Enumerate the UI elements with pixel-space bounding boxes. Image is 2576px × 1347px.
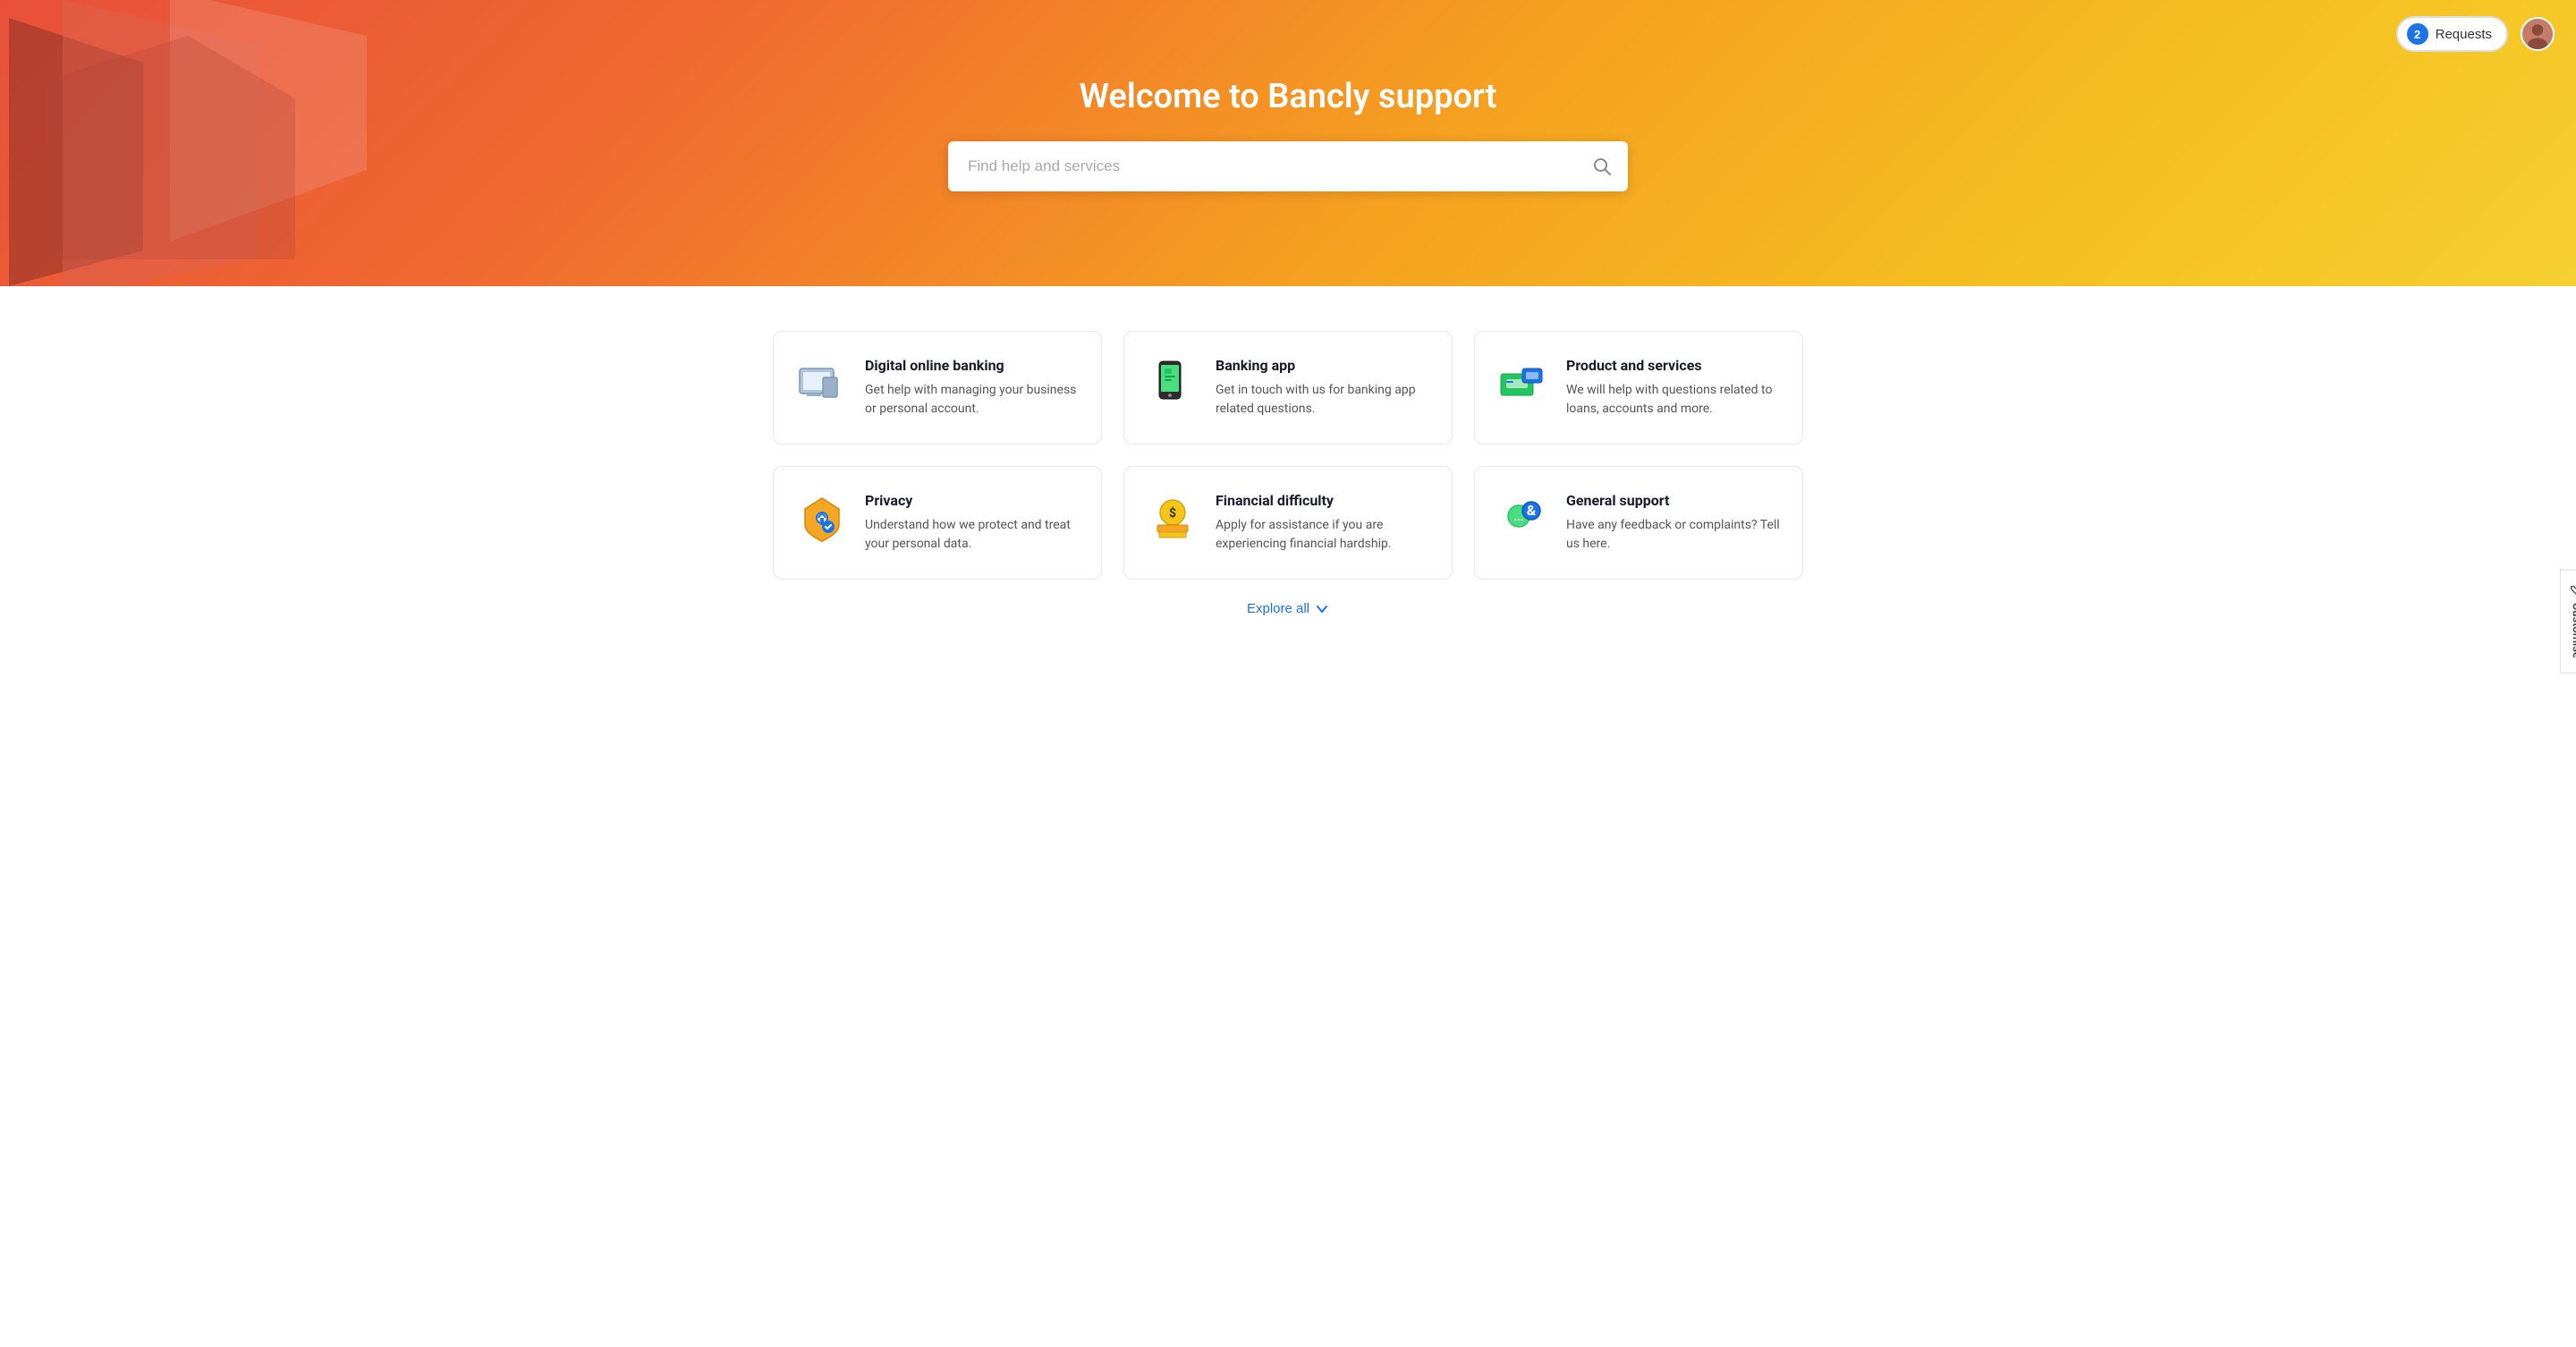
avatar[interactable] [2521,17,2555,51]
search-icon [1592,157,1612,176]
card-text-banking-app: Banking app Get in touch with us for bank… [1216,357,1430,419]
card-text-general-support: General support Have any feedback or comp… [1566,492,1781,554]
svg-text:&: & [1527,502,1537,519]
chevron-down-icon [1315,602,1329,616]
explore-all-button[interactable]: Explore all [1247,601,1329,616]
card-icon-banking-app [1146,357,1199,411]
card-desc-financial-difficulty: Apply for assistance if you are experien… [1216,516,1430,554]
card-banking-app[interactable]: Banking app Get in touch with us for bank… [1123,331,1453,445]
card-icon-general-support: ...& [1496,492,1550,546]
card-title-banking-app: Banking app [1216,357,1430,374]
card-desc-digital-banking: Get help with managing your business or … [865,381,1080,419]
card-products-services[interactable]: Product and services We will help with qu… [1474,331,1803,445]
card-title-privacy: Privacy [865,492,1080,509]
card-icon-products-services [1496,357,1550,411]
search-button[interactable] [1592,157,1612,176]
card-privacy[interactable]: Privacy Understand how we protect and tre… [773,466,1102,580]
card-icon-digital-banking [795,357,849,411]
card-title-digital-banking: Digital online banking [865,357,1080,374]
card-text-financial-difficulty: Financial difficulty Apply for assistance… [1216,492,1430,554]
requests-badge: 2 [2407,23,2428,45]
explore-all-section: Explore all [773,601,1803,616]
card-financial-difficulty[interactable]: $ Financial difficulty Apply for assistanc… [1123,466,1453,580]
card-desc-products-services: We will help with questions related to l… [1566,381,1781,419]
requests-button[interactable]: 2 Requests [2396,16,2508,52]
card-title-general-support: General support [1566,492,1781,509]
card-title-products-services: Product and services [1566,357,1781,374]
card-desc-general-support: Have any feedback or complaints? Tell us… [1566,516,1781,554]
top-nav: 2 Requests [2396,16,2555,52]
card-desc-privacy: Understand how we protect and treat your… [865,516,1080,554]
hero-graphic [0,0,367,286]
card-icon-privacy [795,492,849,546]
card-text-products-services: Product and services We will help with qu… [1566,357,1781,419]
main-content: Digital online banking Get help with mana… [751,286,1825,652]
card-text-digital-banking: Digital online banking Get help with mana… [865,357,1080,419]
card-text-privacy: Privacy Understand how we protect and tre… [865,492,1080,554]
search-input[interactable] [948,141,1628,191]
cards-grid: Digital online banking Get help with mana… [773,331,1803,580]
page-wrapper: 2 Requests Customise Welcome to Bancly s… [0,0,2576,1347]
hero-section: 2 Requests Customise Welcome to Bancly s… [0,0,2576,286]
explore-all-label: Explore all [1247,601,1309,616]
svg-text:$: $ [1169,505,1176,521]
card-icon-financial-difficulty: $ [1146,492,1199,546]
card-digital-banking[interactable]: Digital online banking Get help with mana… [773,331,1102,445]
card-general-support[interactable]: ...& General support Have any feedback or … [1474,466,1803,580]
requests-label: Requests [2436,27,2492,42]
card-desc-banking-app: Get in touch with us for banking app rel… [1216,381,1430,419]
card-title-financial-difficulty: Financial difficulty [1216,492,1430,509]
search-bar [948,141,1628,191]
hero-title: Welcome to Bancly support [1080,77,1497,116]
